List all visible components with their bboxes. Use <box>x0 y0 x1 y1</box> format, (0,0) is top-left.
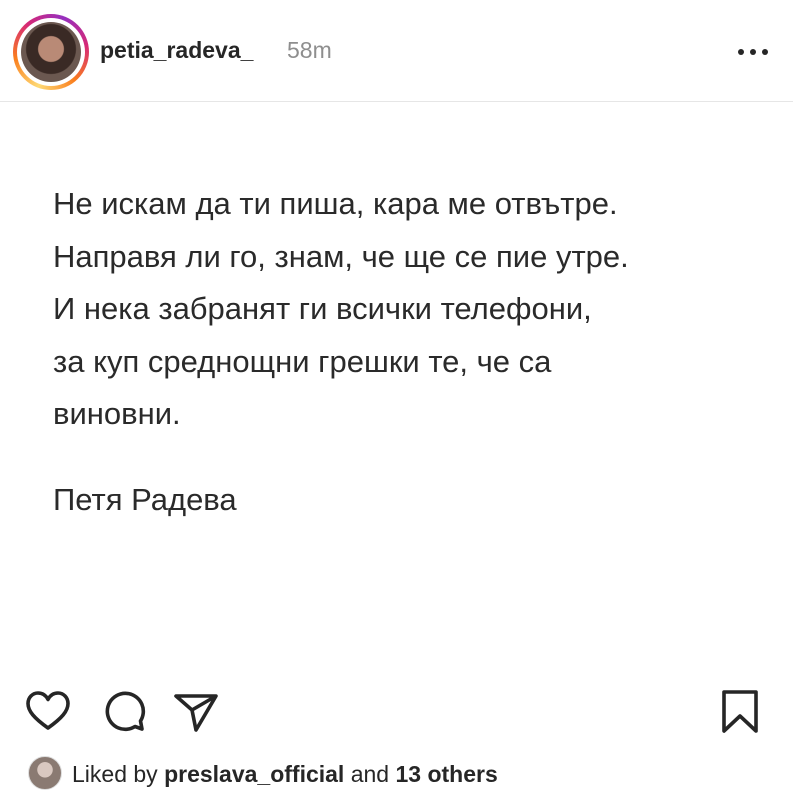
likes-middle: and <box>350 761 390 787</box>
post-header: petia_radeva_ 58m <box>0 0 793 102</box>
likes-summary: Liked by preslava_official and 13 others <box>72 756 498 792</box>
post-line: Направя ли го, знам, че ще се пие утре. <box>53 238 629 274</box>
post-text: Не искам да ти пиша, кара ме отвътре. На… <box>53 178 773 441</box>
like-button[interactable] <box>24 688 72 736</box>
post-line: за куп среднощни грешки те, че са <box>53 343 552 379</box>
comment-icon <box>105 691 146 732</box>
comment-button[interactable] <box>100 688 148 736</box>
more-horizontal-icon <box>738 49 768 55</box>
action-bar <box>0 688 793 736</box>
post-signature: Петя Радева <box>53 482 237 517</box>
liker-username[interactable]: preslava_official <box>164 761 344 787</box>
save-button[interactable] <box>716 688 764 736</box>
avatar <box>21 22 81 82</box>
post-line: виновни. <box>53 396 181 431</box>
share-button[interactable] <box>172 688 220 736</box>
post-line: И нека забранят ги всички телефони, <box>53 291 592 326</box>
more-options-button[interactable] <box>733 40 773 64</box>
heart-icon <box>26 691 70 730</box>
post-time: 58m <box>287 37 332 63</box>
avatar-ring-gap <box>17 18 85 86</box>
username-link[interactable]: petia_radeva_ <box>100 37 253 64</box>
bookmark-icon <box>722 690 758 733</box>
likes-prefix: Liked by <box>72 761 158 787</box>
story-avatar[interactable] <box>13 14 89 90</box>
likes-others[interactable]: 13 others <box>395 761 497 787</box>
liker-avatar <box>28 756 62 790</box>
likes-row[interactable]: Liked by preslava_official and 13 others <box>28 756 768 792</box>
post-line: Не искам да ти пиша, кара ме отвътре. <box>53 186 618 221</box>
share-icon <box>174 694 218 732</box>
